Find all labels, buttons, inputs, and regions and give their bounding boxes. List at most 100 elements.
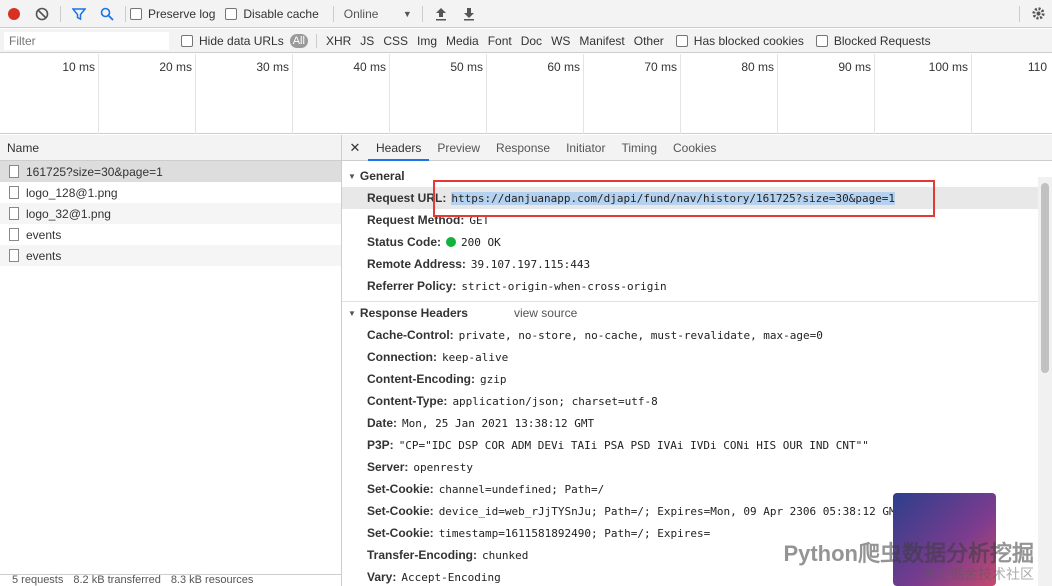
header-key: Content-Type: [367, 394, 448, 408]
preserve-log-checkbox[interactable]: Preserve log [130, 7, 215, 21]
header-value[interactable]: chunked [482, 549, 528, 562]
type-filter-img[interactable]: Img [417, 34, 437, 48]
record-button[interactable] [0, 0, 28, 28]
import-har-button[interactable] [427, 0, 455, 28]
request-row[interactable]: events [0, 245, 341, 266]
tab-headers[interactable]: Headers [368, 135, 430, 161]
search-button[interactable] [93, 0, 121, 28]
checkbox-box[interactable] [815, 34, 828, 47]
checkbox-box[interactable] [225, 7, 238, 20]
tab-response[interactable]: Response [488, 135, 558, 161]
file-icon [9, 186, 19, 199]
tick-label: 40 ms [353, 60, 386, 74]
request-row[interactable]: logo_128@1.png [0, 182, 341, 203]
tick-label: 100 ms [928, 60, 968, 74]
settings-button[interactable] [1024, 0, 1052, 28]
type-filter-media[interactable]: Media [446, 34, 479, 48]
type-filter-js[interactable]: JS [360, 34, 374, 48]
tick-label: 10 ms [62, 60, 95, 74]
tab-cookies[interactable]: Cookies [665, 135, 724, 161]
toolbar-divider [125, 5, 126, 22]
view-source-link[interactable]: view source [514, 306, 577, 320]
preserve-log-label: Preserve log [148, 6, 216, 21]
type-filter-ws[interactable]: WS [551, 34, 570, 48]
tick-label: 60 ms [547, 60, 580, 74]
blocked-requests-checkbox[interactable]: Blocked Requests [815, 34, 931, 48]
type-filter-doc[interactable]: Doc [521, 34, 542, 48]
header-value[interactable]: keep-alive [442, 351, 508, 364]
header-value[interactable]: openresty [413, 461, 473, 474]
checkbox-box[interactable] [130, 7, 142, 20]
tick-label: 30 ms [256, 60, 289, 74]
disable-cache-checkbox[interactable]: Disable cache [225, 7, 319, 21]
checkbox-box[interactable] [675, 34, 688, 47]
header-value[interactable]: 39.107.197.115:443 [471, 258, 590, 271]
header-value[interactable]: strict-origin-when-cross-origin [461, 280, 666, 293]
header-value[interactable]: Accept-Encoding [401, 571, 500, 584]
has-blocked-cookies-checkbox[interactable]: Has blocked cookies [675, 33, 804, 48]
request-name: logo_32@1.png [26, 206, 111, 221]
response-header-row: Connection: keep-alive [342, 346, 1052, 368]
response-header-row: Cache-Control: private, no-store, no-cach… [342, 324, 1052, 346]
header-value[interactable]: gzip [480, 373, 507, 386]
request-row[interactable]: logo_32@1.png [0, 203, 341, 224]
type-filter-all[interactable]: All [289, 33, 308, 48]
tab-timing[interactable]: Timing [613, 135, 665, 161]
header-key: Status Code: [367, 235, 442, 249]
header-value[interactable]: timestamp=1611581892490; Path=/; Expires… [439, 527, 711, 540]
clear-button[interactable] [28, 0, 56, 28]
request-row[interactable]: events [0, 224, 341, 245]
details-tabs: ✕ Headers Preview Response Initiator Tim… [342, 135, 1052, 161]
response-header-row: P3P: "CP="IDC DSP COR ADM DEVi TAIi PSA P… [342, 434, 1052, 456]
tab-initiator[interactable]: Initiator [558, 135, 613, 161]
header-value[interactable]: 200 OK [461, 236, 501, 249]
header-value[interactable]: device_id=web_rJjTYSnJu; Path=/; Expires… [439, 505, 903, 518]
header-value[interactable]: channel=undefined; Path=/ [439, 483, 605, 496]
has-blocked-cookies-label: Has blocked cookies [693, 33, 804, 48]
timeline-tick: 30 ms [196, 54, 293, 134]
header-key: Connection: [367, 350, 437, 364]
header-key: Cache-Control: [367, 328, 454, 342]
export-har-button[interactable] [455, 0, 483, 28]
throttle-select[interactable]: Online ▼ [338, 7, 418, 21]
tick-label: 50 ms [450, 60, 483, 74]
gear-icon [1031, 7, 1045, 20]
header-value[interactable]: private, no-store, no-cache, must-revali… [459, 329, 823, 342]
general-section-header[interactable]: ▼ General [342, 165, 1052, 187]
type-filter-manifest[interactable]: Manifest [579, 34, 624, 48]
header-value[interactable]: Mon, 25 Jan 2021 13:38:12 GMT [402, 417, 594, 430]
details-scrollbar[interactable] [1038, 177, 1052, 586]
header-key: Date: [367, 416, 398, 430]
timeline-tick: 10 ms [2, 54, 99, 134]
name-column-header[interactable]: Name [0, 135, 341, 161]
type-filter-other[interactable]: Other [634, 34, 664, 48]
header-key: Referrer Policy: [367, 279, 457, 293]
header-value[interactable]: "CP="IDC DSP COR ADM DEVi TAIi PSA PSD I… [399, 439, 869, 452]
type-filter-font[interactable]: Font [488, 34, 512, 48]
filter-toggle-button[interactable] [65, 0, 93, 28]
header-value[interactable]: GET [469, 214, 489, 227]
header-value[interactable]: application/json; charset=utf-8 [452, 395, 657, 408]
checkbox-box[interactable] [181, 34, 193, 47]
request-url-value[interactable]: https://danjuanapp.com/djapi/fund/nav/hi… [451, 191, 896, 205]
close-icon[interactable]: ✕ [342, 140, 368, 156]
header-key: Vary: [367, 570, 397, 584]
header-key: P3P: [367, 438, 394, 452]
toolbar-divider [60, 5, 61, 22]
toolbar-divider [1019, 5, 1020, 22]
header-key: Set-Cookie: [367, 482, 434, 496]
triangle-down-icon: ▼ [348, 308, 356, 318]
header-key: Request Method: [367, 213, 465, 227]
type-filter-xhr[interactable]: XHR [326, 34, 351, 48]
request-row[interactable]: 161725?size=30&page=1 [0, 161, 341, 182]
timeline-tick: 70 ms [584, 54, 681, 134]
header-key: Request URL: [367, 191, 447, 205]
header-key: Set-Cookie: [367, 526, 434, 540]
scroll-thumb[interactable] [1041, 183, 1049, 373]
hide-data-urls-checkbox[interactable]: Hide data URLs [181, 34, 284, 48]
tab-preview[interactable]: Preview [429, 135, 488, 161]
filter-input[interactable] [4, 31, 169, 50]
type-filter-css[interactable]: CSS [383, 34, 408, 48]
timeline-overview[interactable]: 10 ms 20 ms 30 ms 40 ms 50 ms 60 ms 70 m… [0, 54, 1052, 134]
response-headers-section-header[interactable]: ▼ Response Headers view source [342, 302, 1052, 324]
